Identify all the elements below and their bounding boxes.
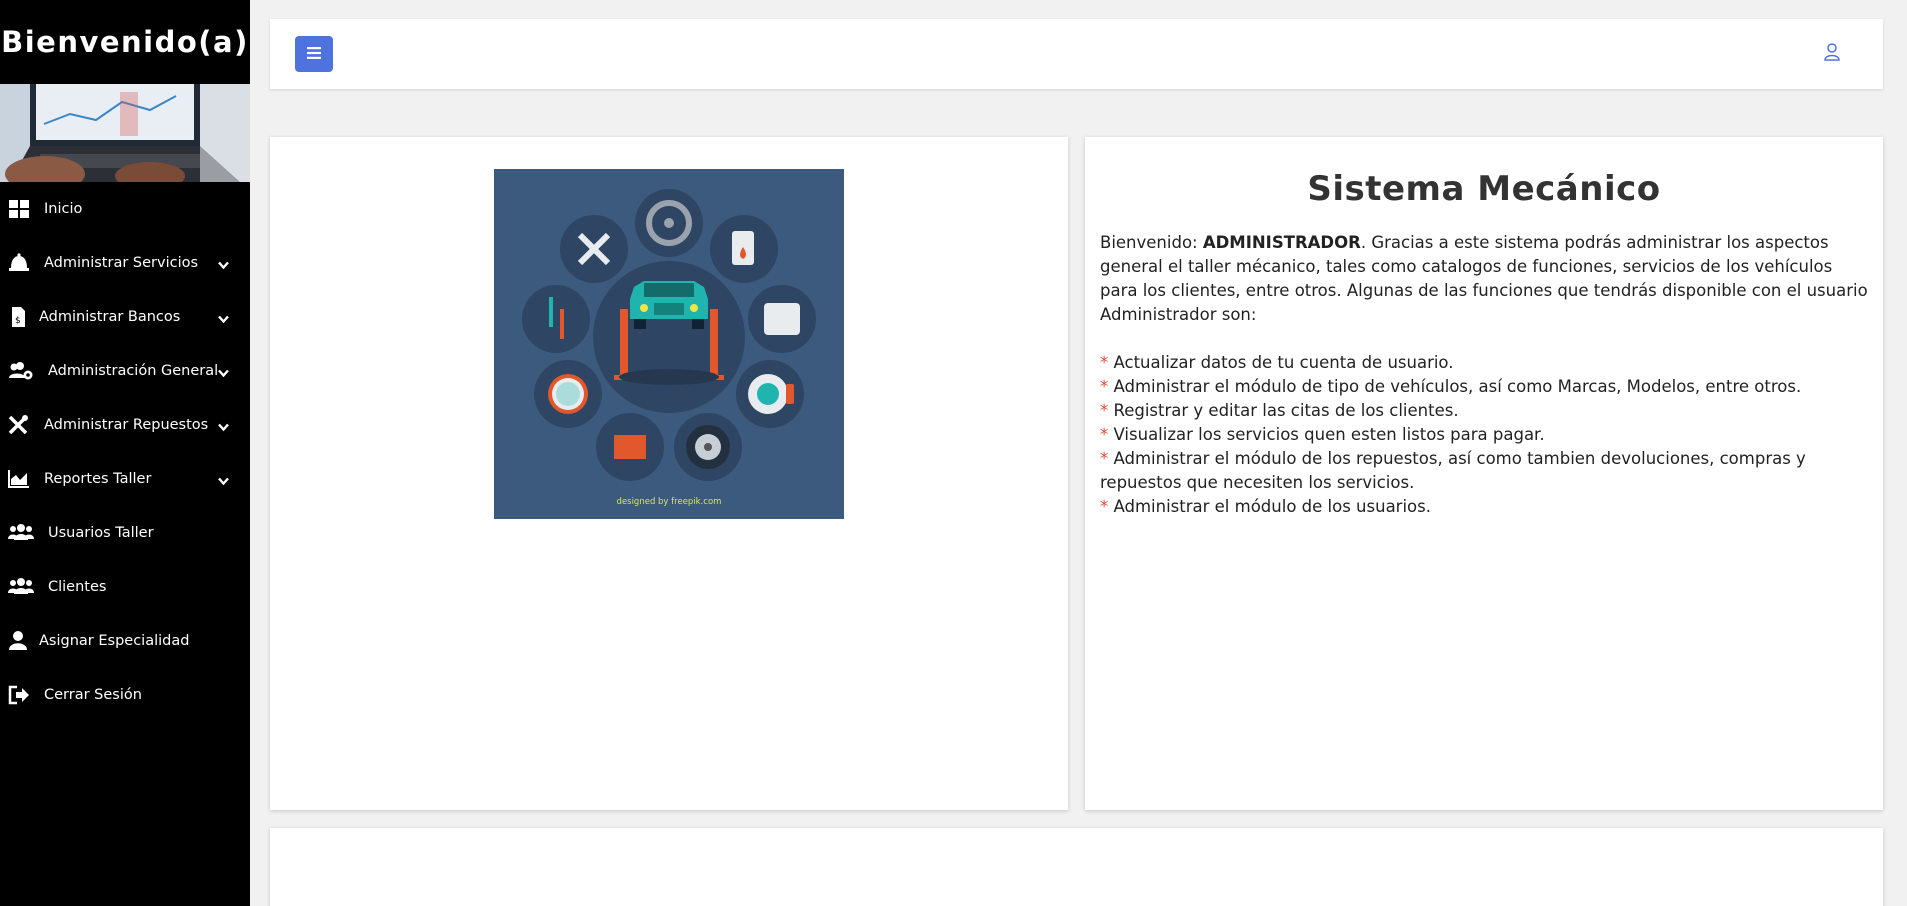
sidebar-item-administrar-repuestos[interactable]: Administrar Repuestos — [0, 398, 250, 452]
sidebar-item-label: Usuarios Taller — [48, 525, 154, 541]
sidebar-nav: Inicio Administrar Servicios $ Administr… — [0, 182, 250, 722]
sidebar-item-label: Administrar Bancos — [39, 309, 181, 325]
users-icon — [8, 577, 34, 597]
users-icon — [8, 523, 34, 543]
sign-out-icon — [8, 685, 30, 705]
intro-user: ADMINISTRADOR — [1202, 233, 1361, 252]
mechanic-illustration: designed by freepik.com — [494, 169, 844, 519]
intro-prefix: Bienvenido: — [1100, 233, 1203, 252]
sidebar-item-reportes-taller[interactable]: Reportes Taller — [0, 452, 250, 506]
intro-paragraph: Bienvenido: ADMINISTRADOR. Gracias a est… — [1100, 231, 1870, 327]
sidebar-item-asignar-especialidad[interactable]: Asignar Especialidad — [0, 614, 250, 668]
menu-toggle-button[interactable] — [295, 36, 333, 72]
list-item: * Administrar el módulo de los usuarios. — [1100, 497, 1431, 516]
list-item: * Registrar y editar las citas de los cl… — [1100, 401, 1459, 420]
chevron-down-icon — [217, 473, 230, 486]
sidebar-item-cerrar-sesion[interactable]: Cerrar Sesión — [0, 668, 250, 722]
chevron-down-icon — [217, 365, 230, 378]
bottom-card — [270, 828, 1883, 906]
sidebar-item-inicio[interactable]: Inicio — [0, 182, 250, 236]
list-item: * Administrar el módulo de tipo de vehíc… — [1100, 377, 1802, 396]
tools-icon — [8, 415, 30, 435]
list-item: * Administrar el módulo de los repuestos… — [1100, 449, 1806, 492]
sidebar-item-label: Clientes — [48, 579, 107, 595]
sidebar-banner-image — [0, 84, 250, 182]
bars-icon — [307, 46, 321, 62]
sidebar: Bienvenido(a) Inicio Administrar Servici… — [0, 0, 250, 906]
svg-text:$: $ — [15, 316, 21, 326]
chevron-down-icon — [217, 257, 230, 270]
user-menu-button[interactable] — [1823, 43, 1845, 65]
topbar — [270, 19, 1883, 89]
chart-area-icon — [8, 469, 30, 489]
sidebar-item-label: Administrar Repuestos — [44, 417, 209, 433]
user-outline-icon — [1823, 43, 1841, 65]
illustration-card: designed by freepik.com — [270, 137, 1068, 810]
sidebar-item-label: Asignar Especialidad — [39, 633, 190, 649]
welcome-card: Sistema Mecánico Bienvenido: ADMINISTRAD… — [1085, 137, 1883, 810]
sidebar-item-label: Cerrar Sesión — [44, 687, 142, 703]
illustration-credit: designed by freepik.com — [617, 497, 722, 507]
invoice-icon: $ — [8, 307, 30, 327]
feature-list: * Actualizar datos de tu cuenta de usuar… — [1100, 351, 1870, 519]
sidebar-item-usuarios-taller[interactable]: Usuarios Taller — [0, 506, 250, 560]
dashboard-icon — [8, 199, 30, 219]
users-cog-icon — [8, 361, 33, 381]
sidebar-item-clientes[interactable]: Clientes — [0, 560, 250, 614]
sidebar-item-label: Administración General — [48, 363, 219, 379]
sidebar-title: Bienvenido(a) — [1, 25, 249, 59]
page-title: Sistema Mecánico — [1307, 169, 1661, 209]
sidebar-item-label: Reportes Taller — [44, 471, 152, 487]
list-item: * Visualizar los servicios quen esten li… — [1100, 425, 1545, 444]
user-icon — [8, 631, 30, 651]
list-item: * Actualizar datos de tu cuenta de usuar… — [1100, 353, 1454, 372]
sidebar-item-label: Inicio — [44, 201, 83, 217]
chevron-down-icon — [217, 419, 230, 432]
bell-icon — [8, 253, 30, 273]
welcome-text: Bienvenido: ADMINISTRADOR. Gracias a est… — [1100, 231, 1870, 519]
sidebar-item-administrar-servicios[interactable]: Administrar Servicios — [0, 236, 250, 290]
sidebar-item-administracion-general[interactable]: Administración General — [0, 344, 250, 398]
sidebar-item-label: Administrar Servicios — [44, 255, 199, 271]
sidebar-item-administrar-bancos[interactable]: $ Administrar Bancos — [0, 290, 250, 344]
chevron-down-icon — [217, 311, 230, 324]
